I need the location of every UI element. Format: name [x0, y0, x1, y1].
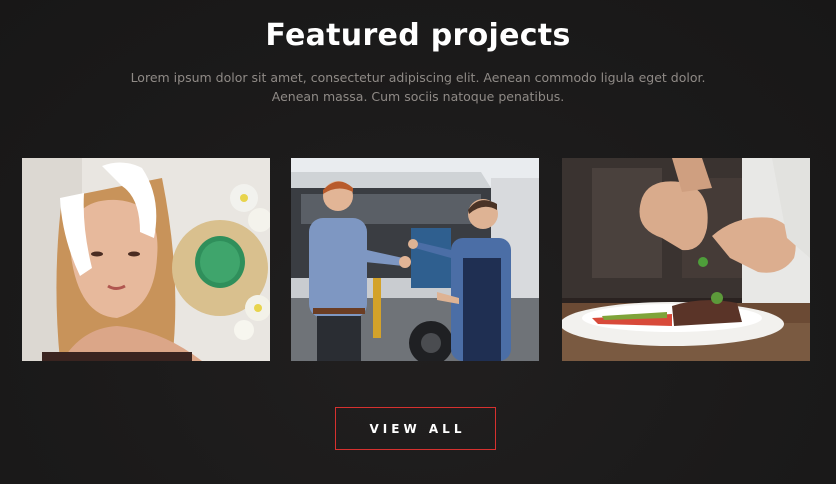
view-all-button[interactable]: VIEW ALL [335, 407, 496, 450]
subtitle-line-1: Lorem ipsum dolor sit amet, consectetur … [130, 70, 706, 85]
project-card-spa[interactable] [22, 158, 270, 361]
section-title: Featured projects [265, 18, 571, 53]
subtitle-line-2: Aenean massa. Cum sociis natoque penatib… [271, 89, 565, 104]
spa-facial-photo [22, 158, 270, 361]
auto-service-photo [291, 158, 539, 361]
chef-plating-photo [562, 158, 810, 361]
project-card-restaurant[interactable] [562, 158, 810, 361]
project-card-auto-service[interactable] [291, 158, 539, 361]
featured-projects-section: Featured projects Lorem ipsum dolor sit … [0, 0, 836, 484]
section-subtitle: Lorem ipsum dolor sit amet, consectetur … [118, 68, 718, 106]
